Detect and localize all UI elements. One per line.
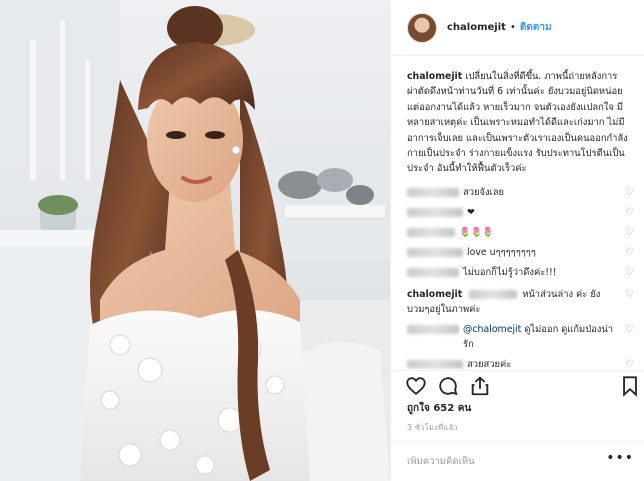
avatar[interactable] xyxy=(407,12,437,43)
comment-text: สวยสวยค่ะ xyxy=(467,358,512,369)
heart-icon[interactable] xyxy=(405,375,427,397)
owner-reply: chalomejit หน้าส่วนล่าง ค่ะ ยังบวมๆอยู่ใ… xyxy=(407,287,617,317)
comment-username-blurred[interactable] xyxy=(407,207,463,217)
comments-list[interactable]: chalomejit เปลี่ยนในสิ่งที่ดีขึ้น. ภาพนี… xyxy=(391,57,644,369)
comment-like-icon[interactable]: ♡ xyxy=(625,267,635,278)
add-comment-input[interactable] xyxy=(407,456,607,467)
comment-like-icon[interactable]: ♡ xyxy=(625,289,635,300)
comment-username-blurred[interactable] xyxy=(407,267,459,277)
comment-row: ไม่บอกก็ไม่รู้ว่าดึงค่ะ!!! ♡ xyxy=(407,265,635,282)
likes-count[interactable]: ถูกใจ 652 คน xyxy=(407,401,471,416)
follow-button[interactable]: ติดตาม xyxy=(520,20,552,35)
comment-like-icon[interactable]: ♡ xyxy=(625,247,635,258)
comment-username-blurred[interactable] xyxy=(407,324,459,334)
instagram-post-window: chalomejit • ติดตาม chalomejit เปลี่ยนใน… xyxy=(0,0,644,481)
comment-row: สวยสวยค่ะ ♡ xyxy=(407,357,635,369)
caption-text: เปลี่ยนในสิ่งที่ดีขึ้น. ภาพนี้ถ่ายหลังกา… xyxy=(407,71,628,175)
comment-username-blurred[interactable] xyxy=(407,247,463,257)
comment-username-blurred[interactable] xyxy=(407,227,455,237)
comment-text: ไม่บอกก็ไม่รู้ว่าดึงค่ะ!!! xyxy=(463,266,557,278)
comment-row: สวยจังเลย ♡ xyxy=(407,185,635,202)
comment-like-icon[interactable]: ♡ xyxy=(625,207,635,218)
more-options-icon[interactable]: ••• xyxy=(606,451,634,465)
comment-text: love uๆๆๆๆๆๆๆๆ xyxy=(467,246,536,258)
photo-illustration xyxy=(0,0,390,481)
comment-like-icon[interactable]: ♡ xyxy=(625,359,635,369)
owner-reply-row: chalomejit หน้าส่วนล่าง ค่ะ ยังบวมๆอยู่ใ… xyxy=(407,287,635,317)
post-header: chalomejit • ติดตาม xyxy=(391,0,644,56)
owner-reply-username[interactable]: chalomejit xyxy=(407,289,462,300)
comment-text: 🌷🌷🌷 xyxy=(459,226,495,238)
comment-row: love uๆๆๆๆๆๆๆๆ ♡ xyxy=(407,245,635,262)
comment-row: 🌷🌷🌷 ♡ xyxy=(407,225,635,242)
post-photo[interactable] xyxy=(0,0,390,481)
username-link[interactable]: chalomejit xyxy=(447,22,506,33)
comment-username-blurred[interactable] xyxy=(407,187,459,197)
post-actions-bar xyxy=(391,370,644,400)
mention-reply-row: @chalomejit ดูไม่ออก ดูแก้มป่องน่ารัก ♡ xyxy=(407,322,635,352)
comment-text: ❤ xyxy=(467,206,475,218)
post-timestamp[interactable]: 3 ชั่วโมงที่แล้ว xyxy=(407,422,458,434)
comment-like-icon[interactable]: ♡ xyxy=(625,227,635,238)
mention-link[interactable]: @chalomejit xyxy=(463,324,521,335)
comment-like-icon[interactable]: ♡ xyxy=(625,187,635,198)
separator-dot: • xyxy=(509,22,516,33)
comment-username-blurred[interactable] xyxy=(407,359,463,369)
post-caption: chalomejit เปลี่ยนในสิ่งที่ดีขึ้น. ภาพนี… xyxy=(407,69,635,177)
bookmark-icon[interactable] xyxy=(619,375,641,397)
comment-like-icon[interactable]: ♡ xyxy=(625,324,635,335)
comment-text: สวยจังเลย xyxy=(463,186,504,198)
comment-row: ❤ ♡ xyxy=(407,205,635,222)
caption-username[interactable]: chalomejit xyxy=(407,71,462,82)
comment-icon[interactable] xyxy=(437,375,459,397)
mention-reply: @chalomejit ดูไม่ออก ดูแก้มป่องน่ารัก xyxy=(463,322,617,352)
reply-target-blurred[interactable] xyxy=(469,289,518,299)
share-icon[interactable] xyxy=(469,375,491,397)
post-side-panel: chalomejit • ติดตาม chalomejit เปลี่ยนใน… xyxy=(390,0,644,481)
